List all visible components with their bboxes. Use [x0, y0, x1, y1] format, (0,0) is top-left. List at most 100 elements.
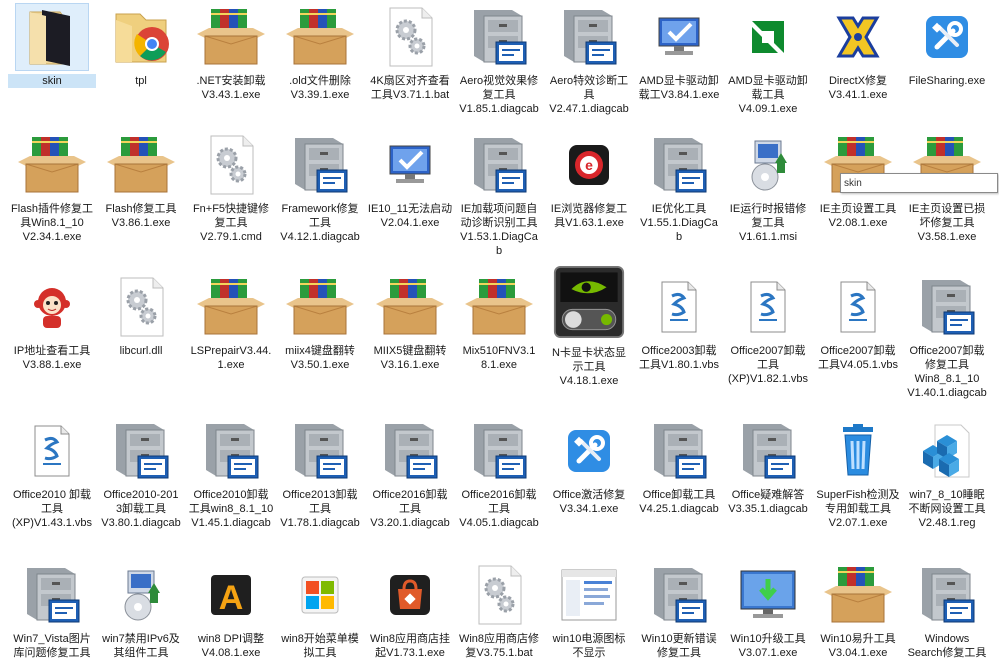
file-item[interactable]: Win10升级工具 V3.07.1.exe — [724, 562, 812, 660]
file-name: AMD显卡驱动卸 载工具 V4.09.1.exe — [728, 75, 808, 115]
file-item[interactable]: Office2016卸载 工具 V4.05.1.diagcab — [455, 418, 543, 530]
file-item[interactable]: Win7_Vista图片 库问题修复工具 — [8, 562, 96, 660]
file-item[interactable]: SuperFish检测及 专用卸载工具 V2.07.1.exe — [814, 418, 902, 530]
window-doc-icon — [553, 562, 625, 628]
file-item[interactable]: IE加载项问题自 动诊断识别工具 V1.53.1.DiagCa b — [455, 132, 543, 258]
file-item[interactable]: Office2007卸载 工具V4.05.1.vbs — [814, 274, 902, 372]
file-item[interactable]: win8开始菜单模 拟工具 — [276, 562, 364, 660]
file-item[interactable]: Office疑难解答 V3.35.1.diagcab — [724, 418, 812, 516]
monitor-check-icon — [643, 4, 715, 70]
file-item[interactable]: Awin8 DPI调整 V4.08.1.exe — [187, 562, 275, 660]
file-name: MIIX5键盘翻转 V3.16.1.exe — [373, 345, 447, 371]
cabinet-icon — [911, 274, 983, 340]
file-name: Mix510FNV3.1 8.1.exe — [462, 345, 536, 371]
mascot-icon — [16, 274, 88, 340]
svg-text:e: e — [585, 157, 593, 173]
file-item[interactable]: LSPrepairV3.44. 1.exe — [187, 274, 275, 372]
tools-blue-icon — [553, 418, 625, 484]
file-name: .old文件删除 V3.39.1.exe — [289, 75, 351, 101]
file-item[interactable]: 4K扇区对齐查看 工具V3.71.1.bat — [366, 4, 454, 102]
file-name: .NET安装卸载 V3.43.1.exe — [196, 75, 266, 101]
file-item[interactable]: Office2007卸载 修复工具 Win8_8.1_10 V1.40.1.di… — [903, 274, 991, 400]
installer-icon — [732, 132, 804, 198]
file-item[interactable]: Office2010 卸载 工具 (XP)V1.43.1.vbs — [8, 418, 96, 530]
file-item[interactable]: Fn+F5快捷键修 复工具 V2.79.1.cmd — [187, 132, 275, 244]
file-item[interactable]: e IE浏览器修复工 具V1.63.1.exe — [545, 132, 633, 230]
file-item[interactable]: Office2013卸载 工具 V1.78.1.diagcab — [276, 418, 364, 530]
cabinet-icon — [463, 418, 535, 484]
file-name: Flash修复工具 V3.86.1.exe — [105, 203, 177, 229]
file-item[interactable]: win7_8_10睡眠 不断网设置工具 V2.48.1.reg — [903, 418, 991, 530]
file-item[interactable]: Win10易升工具 V3.04.1.exe — [814, 562, 902, 660]
books-box-icon — [374, 274, 446, 340]
file-item[interactable]: Office2016卸载 工具 V3.20.1.diagcab — [366, 418, 454, 530]
file-item[interactable]: IP地址查看工具 V3.88.1.exe — [8, 274, 96, 372]
file-item[interactable]: IE运行时报错修 复工具 V1.61.1.msi — [724, 132, 812, 244]
file-item[interactable]: .old文件删除 V3.39.1.exe — [276, 4, 364, 102]
file-name: IE主页设置工具 V2.08.1.exe — [819, 203, 897, 229]
file-name: Win8应用商店修 复V3.75.1.bat — [458, 633, 540, 659]
gears-file-icon — [195, 132, 267, 198]
file-item[interactable]: win7禁用IPv6及 其组件工具 — [97, 562, 185, 660]
installer-icon — [105, 562, 177, 628]
script-icon — [822, 274, 894, 340]
file-item[interactable]: Office2010-201 3卸载工具 V3.80.1.diagcab — [97, 418, 185, 530]
file-item[interactable]: Office2003卸载 工具V1.80.1.vbs — [635, 274, 723, 372]
file-name: IE运行时报错修 复工具 V1.61.1.msi — [729, 203, 807, 243]
file-item[interactable]: Office2007卸载 工具 (XP)V1.82.1.vbs — [724, 274, 812, 386]
file-item[interactable]: AMD显卡驱动卸 载工V3.84.1.exe — [635, 4, 723, 102]
file-item[interactable]: Flash修复工具 V3.86.1.exe — [97, 132, 185, 230]
file-item[interactable]: Aero视觉效果修 复工具 V1.85.1.diagcab — [455, 4, 543, 116]
file-name: IE10_11无法启动 V2.04.1.exe — [367, 203, 453, 229]
cabinet-icon — [105, 418, 177, 484]
file-item[interactable]: Win8应用商店修 复V3.75.1.bat — [455, 562, 543, 660]
file-item[interactable]: Mix510FNV3.1 8.1.exe — [455, 274, 543, 372]
file-name: Aero特效诊断工 具 V2.47.1.diagcab — [549, 75, 629, 115]
file-item[interactable]: .NET安装卸载 V3.43.1.exe — [187, 4, 275, 102]
file-item[interactable]: tpl — [97, 4, 185, 88]
file-name: IE浏览器修复工 具V1.63.1.exe — [550, 203, 628, 229]
file-item[interactable]: Win8应用商店挂 起V1.73.1.exe — [366, 562, 454, 660]
file-item[interactable]: win10电源图标 不显示 — [545, 562, 633, 660]
cabinet-icon — [374, 418, 446, 484]
books-box-icon — [284, 4, 356, 70]
file-name: win8开始菜单模 拟工具 — [281, 633, 359, 659]
file-name: Office2016卸载 工具 V4.05.1.diagcab — [459, 489, 539, 529]
file-item[interactable]: skin — [8, 3, 96, 88]
file-name: skin — [8, 74, 96, 88]
cabinet-icon — [732, 418, 804, 484]
file-name: SuperFish检测及 专用卸载工具 V2.07.1.exe — [816, 489, 900, 529]
file-item[interactable]: libcurl.dll — [97, 274, 185, 358]
file-item[interactable]: Windows Search修复工具 — [903, 562, 991, 660]
file-item[interactable]: Office2010卸载 工具win8_8.1_10 V1.45.1.diagc… — [187, 418, 275, 530]
file-item[interactable]: Win10更新错误 修复工具 — [635, 562, 723, 660]
file-name: Office激活修复 V3.34.1.exe — [552, 489, 626, 515]
books-box-icon — [105, 132, 177, 198]
file-item[interactable]: Framework修复 工具 V4.12.1.diagcab — [276, 132, 364, 244]
cabinet-icon — [284, 418, 356, 484]
file-item[interactable]: MIIX5键盘翻转 V3.16.1.exe — [366, 274, 454, 372]
file-item[interactable]: AMD显卡驱动卸 载工具 V4.09.1.exe — [724, 4, 812, 116]
store-bag-icon — [374, 562, 446, 628]
file-name: Office2013卸载 工具 V1.78.1.diagcab — [280, 489, 360, 529]
file-name: tpl — [135, 75, 147, 87]
file-item[interactable]: DirectX修复 V3.41.1.exe — [814, 4, 902, 102]
file-grid: skin tpl .NET安装卸载 V3.43.1.exe .old文件删除 V3.3… — [0, 0, 999, 660]
file-item[interactable]: Aero特效诊断工 具 V2.47.1.diagcab — [545, 4, 633, 116]
file-name: libcurl.dll — [119, 345, 163, 357]
file-item[interactable]: IE优化工具 V1.55.1.DiagCa b — [635, 132, 723, 244]
file-item[interactable]: Office激活修复 V3.34.1.exe — [545, 418, 633, 516]
file-item[interactable]: FileSharing.exe — [903, 4, 991, 88]
file-item[interactable]: miix4键盘翻转 V3.50.1.exe — [276, 274, 364, 372]
file-item[interactable]: N卡显卡状态显 示工具 V4.18.1.exe — [545, 266, 633, 388]
file-item[interactable]: Flash插件修复工 具Win8.1_10 V2.34.1.exe — [8, 132, 96, 244]
file-name: Win10更新错误 修复工具 — [641, 633, 717, 659]
file-name: DirectX修复 V3.41.1.exe — [828, 75, 888, 101]
file-name: Win7_Vista图片 库问题修复工具 — [13, 633, 91, 659]
file-item[interactable]: Office卸载工具 V4.25.1.diagcab — [635, 418, 723, 516]
gears-file-icon — [463, 562, 535, 628]
file-name: AMD显卡驱动卸 载工V3.84.1.exe — [638, 75, 720, 101]
file-name: Flash插件修复工 具Win8.1_10 V2.34.1.exe — [11, 203, 93, 243]
registry-icon — [911, 418, 983, 484]
file-item[interactable]: IE10_11无法启动 V2.04.1.exe — [366, 132, 454, 230]
